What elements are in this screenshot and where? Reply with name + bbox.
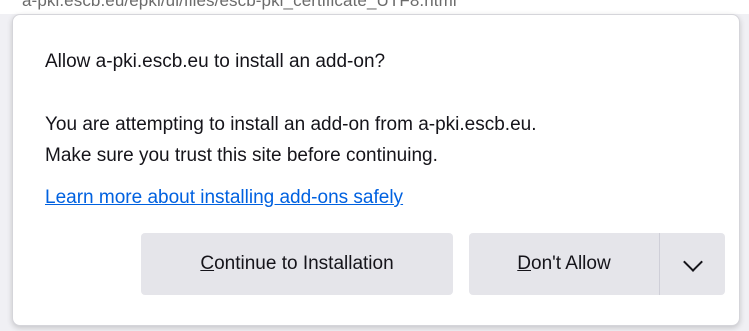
urlbar-partial: a-pki.escb.eu/epki/ui/files/escb-pki_cer… <box>0 0 749 14</box>
message-line-2: Make sure you trust this site before con… <box>45 145 438 166</box>
chevron-down-icon <box>682 252 703 272</box>
continue-to-installation-button[interactable]: Continue to Installation <box>141 233 453 295</box>
dont-allow-button[interactable]: Don't Allow <box>469 233 659 295</box>
dont-allow-access-key: D <box>517 253 532 274</box>
addon-install-doorhanger: Allow a-pki.escb.eu to install an add-on… <box>12 14 740 326</box>
doorhanger-title: Allow a-pki.escb.eu to install an add-on… <box>45 51 386 72</box>
continue-label: ontinue to Installation <box>214 253 394 274</box>
dont-allow-label: on't Allow <box>531 253 611 274</box>
message-line-1: You are attempting to install an add-on … <box>45 114 537 135</box>
continue-access-key: C <box>200 253 215 274</box>
doorhanger-message: You are attempting to install an add-on … <box>45 109 536 171</box>
more-options-dropdown-button[interactable] <box>660 233 725 295</box>
urlbar-text: a-pki.escb.eu/epki/ui/files/escb-pki_cer… <box>22 0 457 10</box>
learn-more-link[interactable]: Learn more about installing add-ons safe… <box>45 187 403 209</box>
